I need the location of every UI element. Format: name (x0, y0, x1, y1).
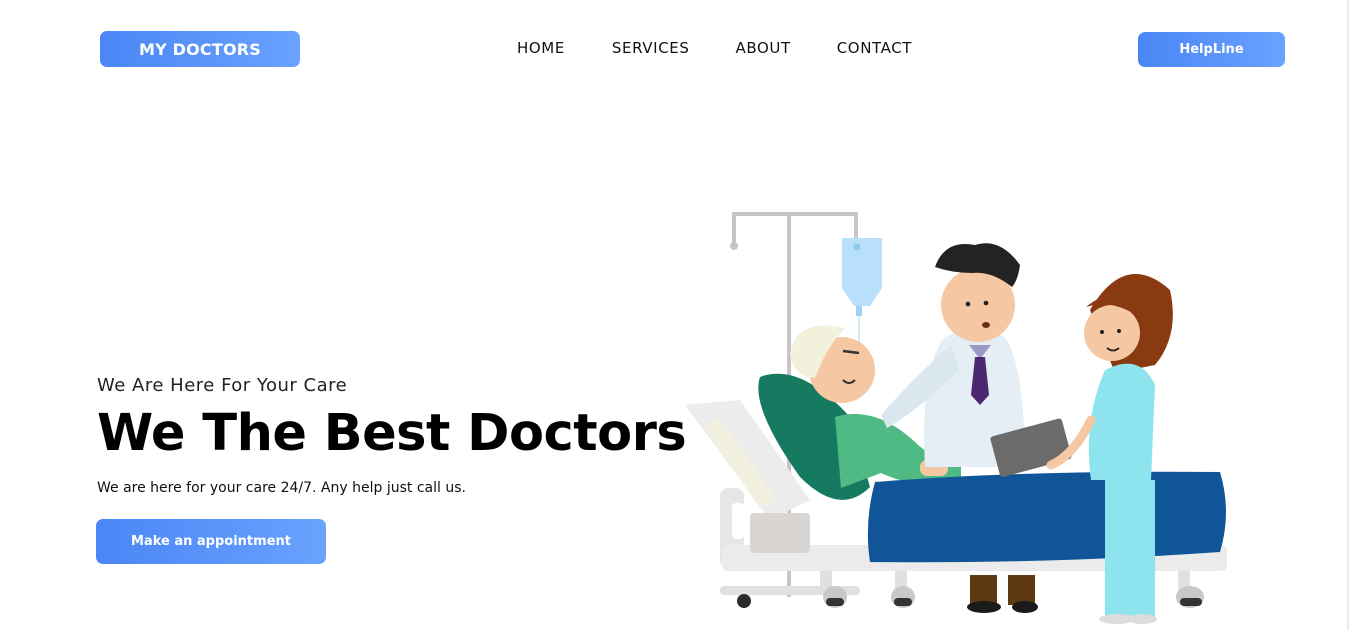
hero-headline: We The Best Doctors (97, 404, 687, 463)
logo-button[interactable]: MY DOCTORS (100, 31, 300, 67)
nurse (1046, 274, 1173, 624)
nav-about-link[interactable]: ABOUT (735, 38, 790, 58)
nav-services-link[interactable]: SERVICES (612, 38, 690, 58)
hero-text: We Are Here For Your Care We The Best Do… (97, 374, 687, 498)
main-nav: HOME SERVICES ABOUT CONTACT (517, 38, 912, 58)
make-appointment-button[interactable]: Make an appointment (96, 519, 326, 564)
nav-home-link[interactable]: HOME (517, 38, 565, 58)
bed-blanket (867, 471, 1226, 563)
hero-tagline: We Are Here For Your Care (97, 375, 348, 396)
hospital-care-illustration (685, 212, 1227, 624)
helpline-button[interactable]: HelpLine (1138, 32, 1285, 67)
hero-subtext: We are here for your care 24/7. Any help… (97, 480, 466, 496)
nav-contact-link[interactable]: CONTACT (837, 38, 912, 58)
site-header: MY DOCTORS HOME SERVICES ABOUT CONTACT H… (0, 0, 1349, 96)
